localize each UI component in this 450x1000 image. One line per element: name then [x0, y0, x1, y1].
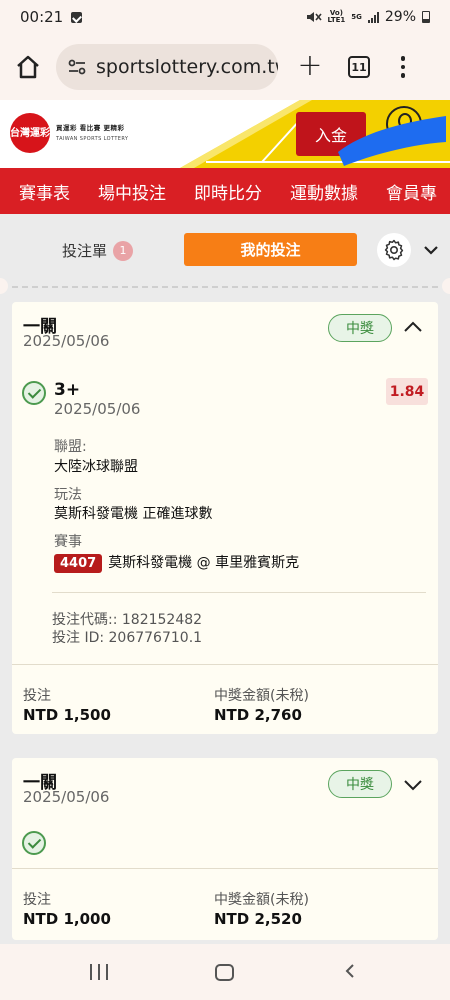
notification-check-icon	[71, 11, 83, 23]
stake-label: 投注	[23, 892, 51, 908]
network-5g-indicator: 5G	[351, 12, 362, 21]
back-icon[interactable]	[343, 964, 357, 978]
event-id-badge: 4407	[54, 554, 103, 573]
payout-value: NTD 2,520	[214, 910, 302, 928]
tab-betslip[interactable]: 投注單 1	[62, 240, 134, 261]
logo-english: TAIWAN SPORTS LOTTERY	[56, 136, 129, 142]
status-badge: 中獎	[328, 770, 392, 798]
payout-label: 中獎金額(未稅)	[214, 892, 309, 908]
main-nav: 賽事表 場中投注 即時比分 運動數據 會員專	[0, 168, 450, 214]
status-indicators: Vo) LTE1 5G 29%	[306, 9, 430, 25]
event-name: 莫斯科發電機 @ 車里雅賓斯克	[108, 555, 300, 571]
stake-value: NTD 1,500	[23, 706, 111, 724]
system-nav-bar	[0, 944, 450, 1000]
url-text: sportslottery.com.tw	[96, 56, 278, 78]
status-badge: 中獎	[328, 314, 392, 342]
collapse-chevron-icon[interactable]	[422, 241, 440, 259]
league-value: 大陸冰球聯盟	[54, 459, 138, 475]
stake-label: 投注	[23, 688, 51, 704]
nav-live-betting[interactable]: 場中投注	[98, 179, 166, 204]
payout-value: NTD 2,760	[214, 706, 302, 724]
divider	[52, 592, 426, 593]
bet-card: 一關 2025/05/06 中獎 投注 NTD 1,000 中獎金額(未稅) N…	[12, 758, 438, 940]
home-icon	[17, 55, 39, 79]
bet-card: 一關 2025/05/06 中獎 3+ 2025/05/06 1.84 聯盟: …	[12, 302, 438, 734]
nav-sports-data[interactable]: 運動數據	[290, 179, 358, 204]
stake-value: NTD 1,000	[23, 910, 111, 928]
tab-my-bets[interactable]: 我的投注	[184, 233, 357, 266]
won-check-icon	[22, 381, 46, 405]
betslip-count-badge: 1	[113, 240, 134, 261]
browser-menu-button[interactable]	[400, 56, 406, 78]
gear-icon	[384, 239, 404, 261]
bet-date: 2025/05/06	[23, 332, 110, 350]
signal-icon	[367, 11, 379, 23]
new-tab-button[interactable]: +	[296, 51, 324, 81]
nav-live-scores[interactable]: 即時比分	[194, 179, 262, 204]
won-check-icon	[22, 831, 46, 855]
event-label: 賽事	[54, 534, 82, 550]
redaction-scribble	[338, 116, 446, 166]
nav-member[interactable]: 會員專	[386, 179, 437, 204]
mute-icon	[306, 12, 322, 22]
market-label: 玩法	[54, 487, 82, 503]
odds-value: 1.84	[386, 378, 428, 405]
address-bar[interactable]: sportslottery.com.tw	[56, 44, 278, 90]
home-nav-button[interactable]	[215, 964, 234, 981]
selection-date: 2025/05/06	[54, 400, 141, 418]
recent-apps-button[interactable]	[90, 964, 108, 980]
home-button[interactable]	[12, 51, 44, 83]
logo-tagline: 買運彩 看比賽 更精彩	[56, 124, 125, 132]
browser-toolbar: sportslottery.com.tw + 11	[0, 34, 450, 100]
chevron-up-icon[interactable]	[402, 316, 424, 338]
status-bar: 00:21 Vo) LTE1 5G 29%	[0, 0, 450, 34]
league-label: 聯盟:	[54, 439, 87, 455]
logo-texts: 買運彩 看比賽 更精彩 TAIWAN SPORTS LOTTERY	[56, 122, 128, 142]
bet-id: 投注 ID: 206776710.1	[52, 630, 203, 646]
battery-icon	[422, 11, 430, 23]
betslip-label: 投注單	[62, 242, 108, 260]
divider	[12, 286, 438, 288]
site-logo[interactable]: 台灣運彩	[10, 113, 50, 153]
chevron-down-icon[interactable]	[402, 774, 424, 796]
divider	[12, 664, 438, 665]
nav-schedule[interactable]: 賽事表	[19, 179, 70, 204]
bet-panel-header: 投注單 1 我的投注	[0, 214, 450, 286]
tab-switcher-button[interactable]: 11	[348, 56, 370, 78]
bet-date: 2025/05/06	[23, 788, 110, 806]
ticket-notch-right	[442, 278, 450, 294]
market-value: 莫斯科發電機 正確進球數	[54, 506, 213, 522]
site-settings-icon[interactable]	[66, 56, 88, 78]
divider	[12, 868, 438, 869]
payout-label: 中獎金額(未稅)	[214, 688, 309, 704]
settings-button[interactable]	[377, 233, 411, 267]
selection-name: 3+	[54, 380, 81, 400]
battery-percent: 29%	[384, 9, 416, 25]
status-time: 00:21	[20, 8, 64, 26]
event-value: 4407 莫斯科發電機 @ 車里雅賓斯克	[54, 552, 299, 573]
bet-code: 投注代碼:: 182152482	[52, 612, 203, 628]
volte-indicator: Vo) LTE1	[327, 9, 346, 24]
